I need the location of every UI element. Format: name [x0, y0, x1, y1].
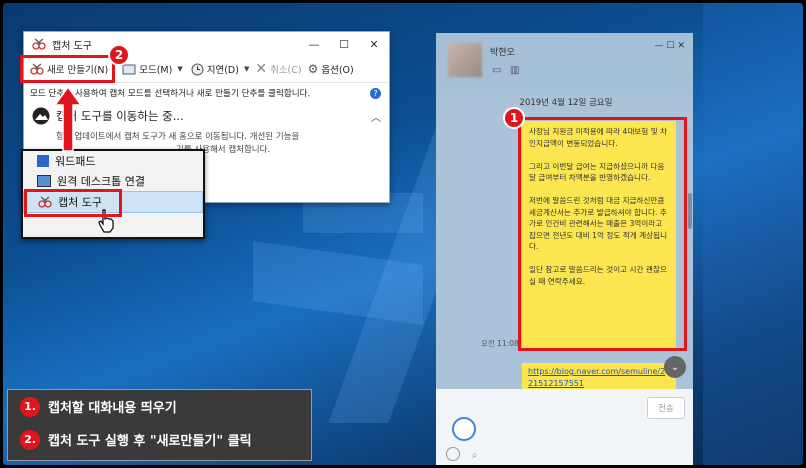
caption-number: 2.	[20, 429, 40, 450]
clock-icon	[191, 63, 204, 75]
send-button[interactable]: 전송	[647, 397, 685, 419]
instruction-caption: 1. 캡처할 대화내용 띄우기 2. 캡처 도구 실행 후 "새로만들기" 클릭	[7, 389, 312, 461]
chat-header: 박현오 — ☐ ✕ ▭ ▥	[436, 33, 693, 95]
minimize-button[interactable]: —	[299, 38, 329, 51]
mountain-icon	[32, 107, 50, 125]
window-title: 캡처 도구	[52, 40, 92, 52]
mode-label: 모드(M)	[139, 65, 173, 76]
mail-icon[interactable]: ▭	[492, 65, 501, 76]
title-bar: 캡처 도구 — ☐ ✕	[24, 32, 389, 56]
scissors-icon	[32, 38, 46, 50]
contact-name: 박현오	[490, 48, 515, 58]
cancel-label: 취소(C)	[270, 65, 302, 76]
menu-item-remote-desktop[interactable]: 원격 데스크톱 연결	[23, 171, 203, 191]
step-badge-2: 2	[108, 44, 130, 66]
caption-row-1: 1. 캡처할 대화내용 띄우기	[8, 390, 311, 423]
menu-item-wordpad[interactable]: 워드패드	[23, 151, 203, 171]
highlight-message	[518, 117, 687, 351]
menu-item-label: 원격 데스크톱 연결	[57, 175, 145, 188]
attach-icon[interactable]: ⌕	[472, 450, 478, 461]
maximize-button[interactable]: ☐	[329, 38, 359, 51]
chart-icon[interactable]: ▥	[510, 65, 519, 76]
help-icon[interactable]: ?	[370, 87, 381, 99]
menu-item-label: 워드패드	[55, 155, 96, 168]
mode-icon	[122, 64, 136, 74]
caption-number: 1.	[20, 396, 40, 417]
up-arrow-icon	[55, 87, 81, 151]
caption-row-2: 2. 캡처 도구 실행 후 "새로만들기" 클릭	[8, 423, 311, 456]
close-icon: ✕	[255, 61, 268, 77]
dropdown-arrow-icon: ▼	[243, 65, 250, 73]
close-button[interactable]: ✕	[359, 38, 389, 51]
wordpad-icon	[37, 155, 49, 167]
options-label: 옵션(O)	[321, 65, 354, 76]
delay-button[interactable]: 지연(D) ▼	[191, 62, 250, 76]
notice-line-1: 향후 업데이트에서 캡처 도구가 새 홈으로 이동됩니다. 개선된 기능을	[56, 132, 300, 142]
mode-button[interactable]: 모드(M) ▼	[122, 62, 183, 76]
highlight-snipping-item	[24, 189, 122, 217]
step-badge-1: 1	[503, 107, 525, 129]
chevron-up-icon[interactable]: ︿	[371, 109, 381, 124]
date-divider: 2019년 4월 12일 금요일	[519, 98, 613, 108]
highlight-new-button	[20, 55, 115, 83]
cancel-button[interactable]: ✕ 취소(C)	[255, 61, 301, 77]
desktop-screenshot: 캡처 도구 — ☐ ✕ 새로 만들기(N) 모드(M) ▼ 지연(D) ▼ ✕ …	[3, 3, 803, 465]
caption-text: 캡처 도구 실행 후 "새로만들기" 클릭	[48, 434, 252, 449]
scroll-down-button[interactable]: ⌄	[664, 356, 686, 378]
options-button[interactable]: ⚙ 옵션(O)	[308, 62, 354, 76]
delay-label: 지연(D)	[206, 65, 239, 76]
dropdown-arrow-icon: ▼	[177, 65, 183, 73]
message-time: 오전 11:08	[481, 339, 519, 348]
scrollbar[interactable]	[688, 193, 692, 229]
avatar	[448, 43, 482, 77]
emoji-icon[interactable]	[446, 447, 460, 461]
window-controls[interactable]: — ☐ ✕	[655, 41, 685, 51]
gear-icon: ⚙	[307, 62, 319, 76]
blue-circle-overlay	[452, 417, 476, 441]
remote-desktop-icon	[37, 175, 51, 187]
caption-text: 캡처할 대화내용 띄우기	[48, 401, 177, 416]
